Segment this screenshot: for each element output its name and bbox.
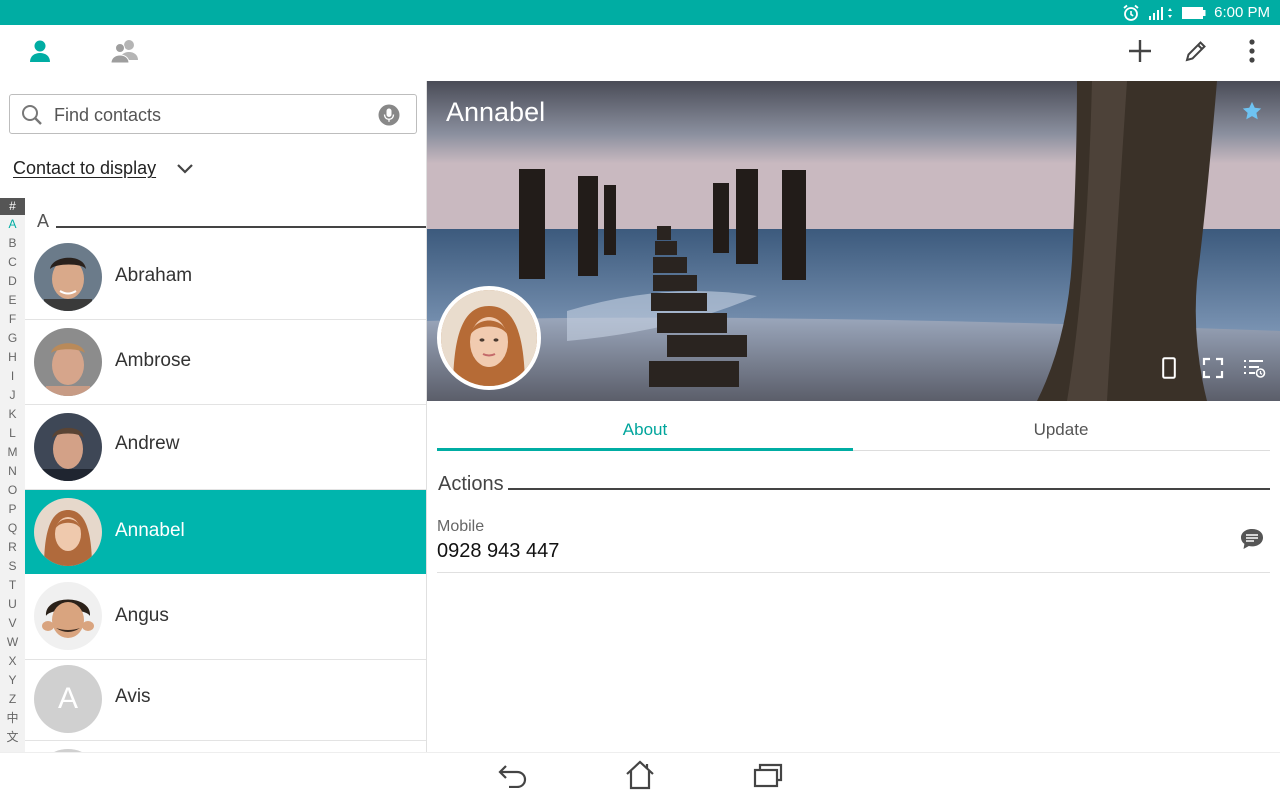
contact-photo[interactable] — [437, 286, 541, 390]
alphabet-index-item[interactable]: I — [0, 367, 25, 386]
history-list-icon[interactable] — [1242, 357, 1266, 384]
add-icon — [1127, 38, 1153, 69]
alphabet-index-item[interactable]: V — [0, 614, 25, 633]
alphabet-index-item[interactable]: F — [0, 310, 25, 329]
more-options-button[interactable] — [1224, 25, 1280, 81]
alphabet-index-item[interactable]: N — [0, 462, 25, 481]
back-icon — [498, 762, 528, 793]
recent-apps-button[interactable] — [748, 759, 788, 795]
search-bar[interactable]: Find contacts — [9, 94, 417, 134]
alphabet-index-item[interactable]: E — [0, 291, 25, 310]
alphabet-index-item[interactable]: D — [0, 272, 25, 291]
contact-name: Angus — [115, 605, 169, 626]
edit-contact-button[interactable] — [1168, 25, 1224, 81]
alphabet-index-item[interactable]: Y — [0, 671, 25, 690]
alphabet-index-item[interactable]: S — [0, 557, 25, 576]
alphabet-index-item[interactable]: Z — [0, 690, 25, 709]
person-icon — [27, 38, 53, 69]
tab-about[interactable]: About — [437, 401, 853, 451]
phone-type-label: Mobile — [437, 518, 485, 535]
alphabet-index-item[interactable]: K — [0, 405, 25, 424]
detail-tabs: About Update — [437, 401, 1270, 451]
cover-photo: Annabel — [427, 81, 1280, 401]
tab-update[interactable]: Update — [853, 401, 1269, 451]
alphabet-index-item[interactable]: # — [0, 198, 25, 215]
chevron-down-icon[interactable] — [176, 161, 194, 180]
alphabet-index-item[interactable]: M — [0, 443, 25, 462]
avatar — [34, 413, 102, 481]
alphabet-index-item[interactable]: W — [0, 633, 25, 652]
contact-row-ambrose[interactable]: Ambrose — [25, 320, 426, 405]
avatar — [34, 582, 102, 650]
search-input[interactable]: Find contacts — [54, 105, 161, 126]
alphabet-index-item[interactable]: G — [0, 329, 25, 348]
alphabet-index-item[interactable]: R — [0, 538, 25, 557]
person-tab[interactable] — [12, 25, 68, 81]
phone-number[interactable]: 0928 943 447 — [437, 540, 559, 563]
contacts-list-panel: Find contacts Contact to display # A B C D E F… — [0, 81, 427, 752]
mic-icon[interactable] — [378, 104, 400, 131]
contact-row-andrew[interactable]: Andrew — [25, 405, 426, 490]
section-divider — [508, 488, 1270, 490]
battery-icon — [1182, 6, 1206, 20]
group-tab[interactable] — [97, 25, 153, 81]
alphabet-index-item[interactable]: P — [0, 500, 25, 519]
contact-name: Avis — [115, 686, 151, 707]
group-icon — [108, 38, 142, 69]
fullscreen-icon[interactable] — [1202, 357, 1224, 384]
section-header: A — [37, 211, 50, 231]
row-divider — [437, 572, 1270, 573]
actions-section-title: Actions — [438, 473, 504, 495]
contact-row-annabel[interactable]: Annabel — [25, 490, 426, 574]
contact-detail-panel: Annabel About Update Actions Mobile 0928… — [427, 81, 1280, 752]
alphabet-index-item[interactable]: J — [0, 386, 25, 405]
contact-row-partial[interactable] — [25, 741, 426, 752]
favorite-star-icon[interactable] — [1241, 100, 1263, 127]
home-button[interactable] — [620, 759, 660, 795]
contact-filter-dropdown[interactable]: Contact to display — [13, 158, 156, 179]
alphabet-index-item[interactable]: B — [0, 234, 25, 253]
phone-icon[interactable] — [1162, 357, 1176, 384]
contact-row-angus[interactable]: Angus — [25, 574, 426, 660]
navigation-bar — [0, 752, 1280, 800]
status-bar: 6:00 PM — [0, 0, 1280, 25]
contact-row-abraham[interactable]: Abraham — [25, 234, 426, 320]
alphabet-index-item[interactable]: C — [0, 253, 25, 272]
action-bar — [0, 25, 1280, 81]
search-icon — [21, 104, 43, 131]
contact-name: Ambrose — [115, 350, 192, 371]
alphabet-index-item[interactable]: H — [0, 348, 25, 367]
alphabet-index-item[interactable]: L — [0, 424, 25, 443]
edit-icon — [1183, 38, 1209, 69]
alphabet-index-item[interactable]: U — [0, 595, 25, 614]
message-icon[interactable] — [1240, 528, 1264, 555]
alarm-icon — [1122, 4, 1140, 22]
contact-name: Andrew — [115, 433, 180, 454]
alphabet-index-item[interactable]: X — [0, 652, 25, 671]
contact-row-avis[interactable]: A Avis — [25, 660, 426, 741]
section-divider — [56, 226, 426, 228]
avatar — [34, 328, 102, 396]
alphabet-index-item[interactable]: T — [0, 576, 25, 595]
signal-icon — [1148, 5, 1174, 21]
more-vert-icon — [1248, 38, 1256, 68]
contact-detail-name: Annabel — [446, 97, 546, 127]
alphabet-index-item[interactable]: 中 — [0, 709, 25, 728]
avatar — [34, 498, 102, 566]
alphabet-index-item[interactable]: O — [0, 481, 25, 500]
back-button[interactable] — [493, 759, 533, 795]
home-icon — [624, 760, 656, 795]
status-time: 6:00 PM — [1214, 4, 1270, 21]
contact-name: Annabel — [115, 520, 185, 541]
alphabet-index-item[interactable]: 文 — [0, 728, 25, 747]
recent-apps-icon — [753, 762, 783, 793]
contact-name: Abraham — [115, 265, 193, 286]
avatar — [34, 243, 102, 311]
alphabet-index-item[interactable]: Q — [0, 519, 25, 538]
add-contact-button[interactable] — [1112, 25, 1168, 81]
alphabet-index[interactable]: # A B C D E F G H I J K L M N O P Q R S T U V W X Y Z 中文 — [0, 198, 25, 752]
alphabet-index-item[interactable]: A — [0, 215, 25, 234]
avatar: A — [34, 665, 102, 733]
